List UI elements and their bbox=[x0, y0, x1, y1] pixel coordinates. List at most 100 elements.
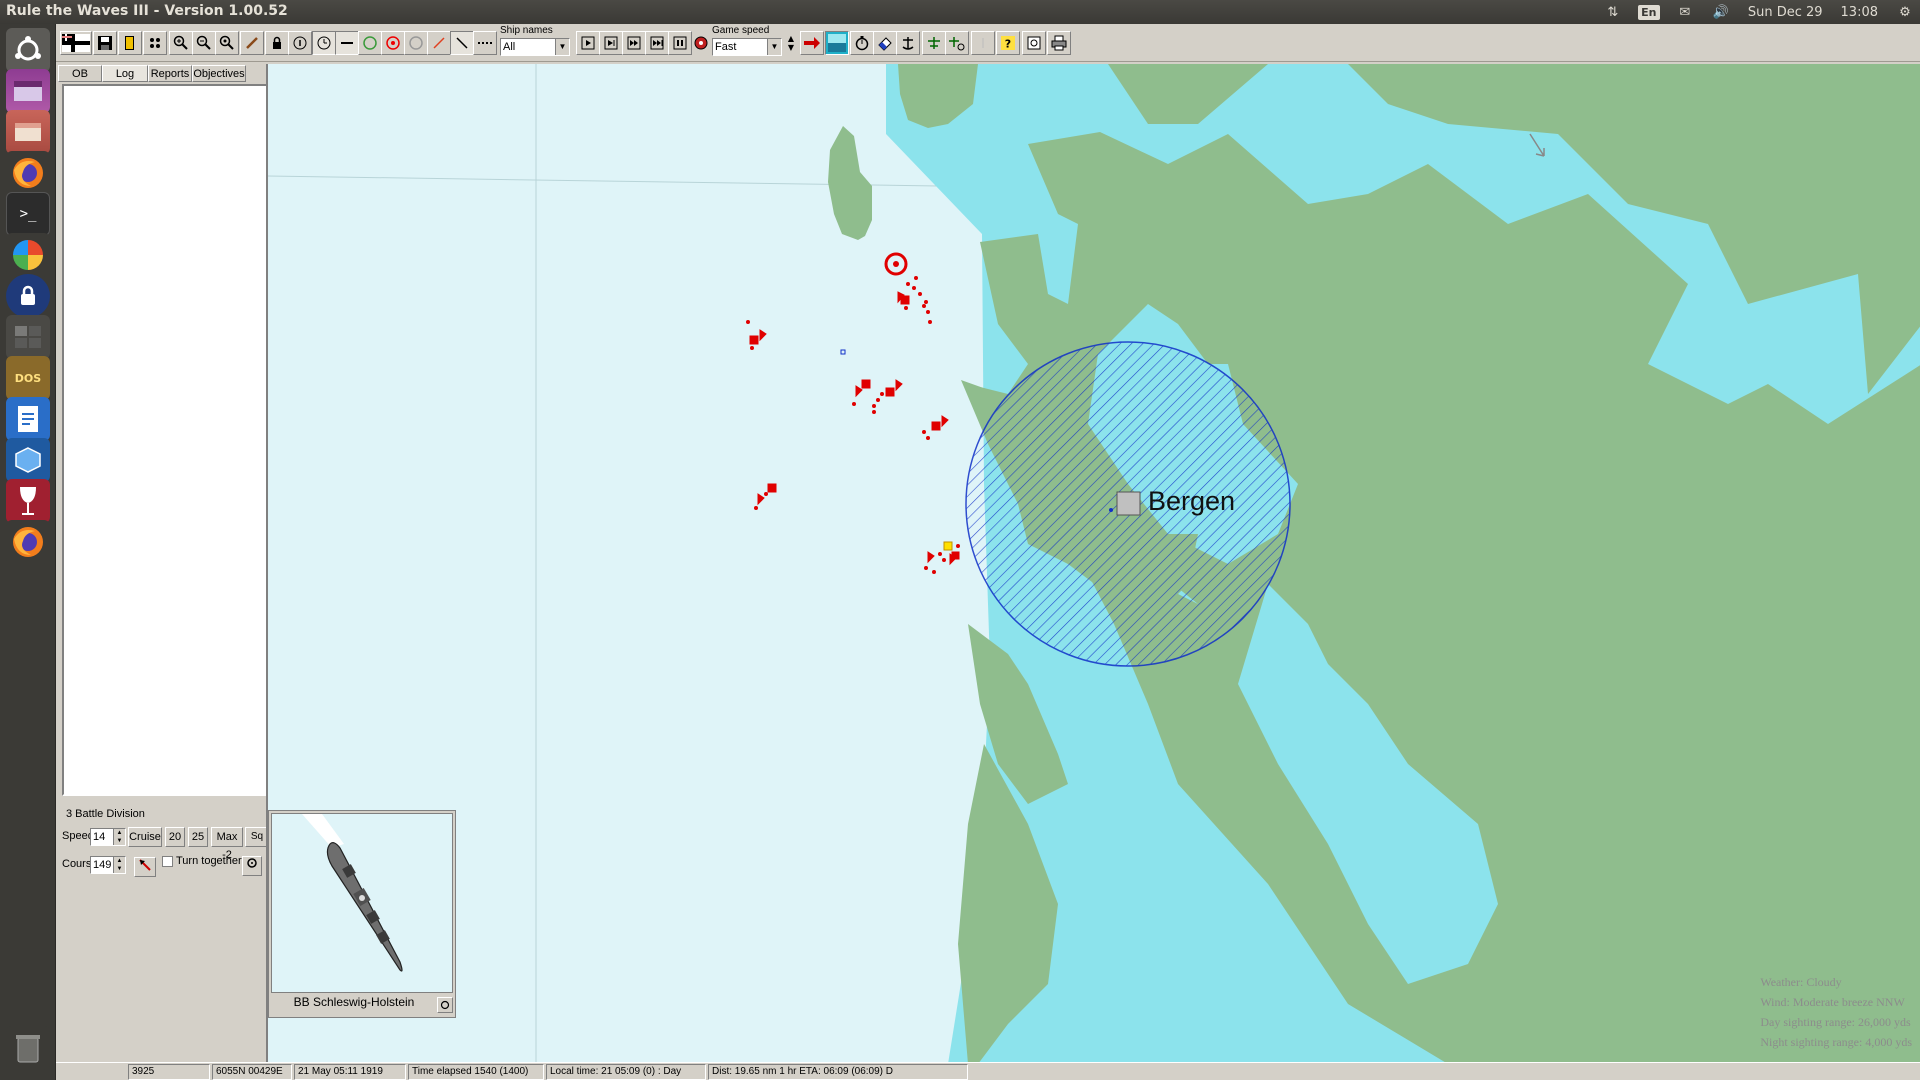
speed-spinner-icon[interactable]: ▲ ▼ bbox=[113, 829, 125, 845]
network-icon[interactable]: ⇅ bbox=[1604, 4, 1622, 20]
enemy-group-6 bbox=[924, 541, 960, 574]
dosbox-icon[interactable]: DOS bbox=[6, 356, 50, 400]
info-icon[interactable] bbox=[288, 31, 312, 55]
document-viewer-icon[interactable] bbox=[6, 397, 50, 441]
target-reticle-icon bbox=[884, 252, 908, 276]
tab-log[interactable]: Log bbox=[102, 65, 148, 82]
red-arrow-icon[interactable] bbox=[800, 31, 824, 55]
tab-ob[interactable]: OB bbox=[58, 65, 102, 82]
game-speed-select[interactable]: Fast ▼ bbox=[712, 38, 782, 56]
eraser-icon[interactable] bbox=[873, 31, 897, 55]
speed-value: 14 bbox=[93, 831, 106, 843]
formation-settings-icon[interactable] bbox=[945, 31, 969, 55]
line-icon[interactable] bbox=[335, 31, 359, 55]
firefox-icon[interactable] bbox=[6, 520, 50, 564]
measure-icon[interactable] bbox=[450, 31, 474, 55]
formation-tree-icon[interactable] bbox=[922, 31, 946, 55]
step-forward-icon[interactable] bbox=[576, 31, 600, 55]
red-line-icon[interactable] bbox=[427, 31, 451, 55]
workspace-icon[interactable] bbox=[6, 315, 50, 359]
zoom-out-icon[interactable] bbox=[192, 31, 216, 55]
set-course-button[interactable] bbox=[134, 857, 156, 877]
step-1min-icon[interactable] bbox=[599, 31, 623, 55]
clock-icon[interactable] bbox=[312, 31, 336, 55]
ship-names-label: Ship names bbox=[500, 25, 553, 36]
division-options-button[interactable] bbox=[242, 856, 262, 876]
trash-icon[interactable] bbox=[6, 1026, 50, 1070]
weather-text: Weather: Cloudy bbox=[1760, 975, 1842, 989]
enemy-group-1 bbox=[897, 276, 932, 324]
print-icon[interactable] bbox=[1047, 31, 1071, 55]
turn-together-checkbox[interactable] bbox=[162, 856, 173, 867]
ship-names-value: All bbox=[503, 41, 516, 53]
cruise-speed-button[interactable]: Cruise bbox=[128, 827, 162, 847]
system-indicators: ⇅ En ✉ 🔊 Sun Dec 29 13:08 ⚙ bbox=[1604, 0, 1914, 24]
firefox-icon[interactable] bbox=[6, 151, 50, 195]
map-canvas[interactable] bbox=[268, 64, 1920, 1064]
mail-icon[interactable]: ✉ bbox=[1676, 4, 1694, 20]
keyboard-layout-indicator[interactable]: En bbox=[1638, 4, 1660, 20]
ship-view[interactable] bbox=[271, 813, 453, 993]
formation-icon[interactable] bbox=[143, 31, 167, 55]
wine-icon[interactable] bbox=[6, 479, 50, 523]
speed-25-button[interactable]: 25 bbox=[188, 827, 208, 847]
course-input[interactable]: 149 ▲ ▼ bbox=[90, 856, 126, 874]
target-red-icon[interactable] bbox=[381, 31, 405, 55]
virtualbox-icon[interactable] bbox=[6, 438, 50, 482]
app-store-icon[interactable] bbox=[6, 233, 50, 277]
course-value: 149 bbox=[93, 859, 112, 871]
enemy-group-2 bbox=[746, 320, 767, 350]
clock-date[interactable]: Sun Dec 29 bbox=[1748, 5, 1823, 20]
lock-icon[interactable] bbox=[6, 274, 50, 318]
max-minus-2-button[interactable]: Max -2 bbox=[211, 827, 243, 861]
zoom-reset-icon[interactable] bbox=[215, 31, 239, 55]
ship-names-select[interactable]: All ▼ bbox=[500, 38, 570, 56]
anchor-icon[interactable] bbox=[896, 31, 920, 55]
night-sighting-text: Night sighting range: 4,000 yds bbox=[1760, 1035, 1912, 1049]
battle-map[interactable]: Bergen Weather: Cloudy Wind: Moderate br… bbox=[266, 64, 1920, 1064]
speed-20-button[interactable]: 20 bbox=[165, 827, 185, 847]
exit-icon[interactable] bbox=[118, 31, 142, 55]
pencil-icon[interactable] bbox=[240, 31, 264, 55]
ubuntu-dash-icon[interactable] bbox=[6, 28, 50, 72]
stopwatch-icon[interactable] bbox=[850, 31, 874, 55]
tab-reports[interactable]: Reports bbox=[148, 65, 192, 82]
contact-marker bbox=[840, 349, 846, 355]
zoom-in-icon[interactable] bbox=[169, 31, 193, 55]
fast-forward-icon[interactable] bbox=[645, 31, 669, 55]
terminal-icon[interactable]: >_ bbox=[6, 192, 50, 236]
lock-orders-icon[interactable] bbox=[265, 31, 289, 55]
settings-gear-icon[interactable]: ⚙ bbox=[1896, 4, 1914, 20]
pause-icon[interactable] bbox=[668, 31, 692, 55]
gear-icon bbox=[440, 1000, 450, 1010]
svg-text:?: ? bbox=[1005, 38, 1011, 51]
help-icon[interactable]: ? bbox=[996, 31, 1020, 55]
sea-view-icon[interactable] bbox=[825, 31, 849, 55]
files-icon[interactable] bbox=[6, 69, 50, 113]
step-5min-icon[interactable] bbox=[622, 31, 646, 55]
app-window: Ship names All ▼ Game speed Fast ▼ ▲ ▼ ? OB… bbox=[56, 24, 1920, 1080]
save-icon[interactable] bbox=[93, 31, 117, 55]
screenshot-icon[interactable] bbox=[1022, 31, 1046, 55]
chevron-down-icon[interactable]: ▼ bbox=[788, 43, 794, 52]
status-time-elapsed: Time elapsed 1540 (1400) bbox=[408, 1064, 544, 1080]
course-spinner-icon[interactable]: ▲ ▼ bbox=[113, 857, 125, 873]
file-manager-icon[interactable] bbox=[6, 110, 50, 154]
launcher: >_ DOS bbox=[0, 24, 56, 1080]
window-title: Rule the Waves III - Version 1.00.52 bbox=[6, 3, 288, 19]
chevron-up-icon[interactable]: ▲ bbox=[788, 34, 794, 43]
dotted-line-icon[interactable] bbox=[473, 31, 497, 55]
speed-input[interactable]: 14 ▲ ▼ bbox=[90, 828, 126, 846]
disabled-icon[interactable] bbox=[971, 31, 995, 55]
volume-icon[interactable]: 🔊 bbox=[1712, 4, 1730, 20]
ship-details-button[interactable] bbox=[437, 997, 453, 1013]
game-speed-value: Fast bbox=[715, 41, 737, 53]
log-area[interactable] bbox=[62, 84, 268, 796]
ship-name: BB Schleswig-Holstein bbox=[293, 995, 415, 1009]
circle-green-icon[interactable] bbox=[358, 31, 382, 55]
nation-flag-icon[interactable] bbox=[60, 31, 92, 55]
clock-time[interactable]: 13:08 bbox=[1841, 5, 1878, 20]
circle-gray-icon[interactable] bbox=[404, 31, 428, 55]
speed-spinner[interactable]: ▲ ▼ bbox=[784, 31, 798, 55]
tab-objectives[interactable]: Objectives bbox=[192, 65, 246, 82]
